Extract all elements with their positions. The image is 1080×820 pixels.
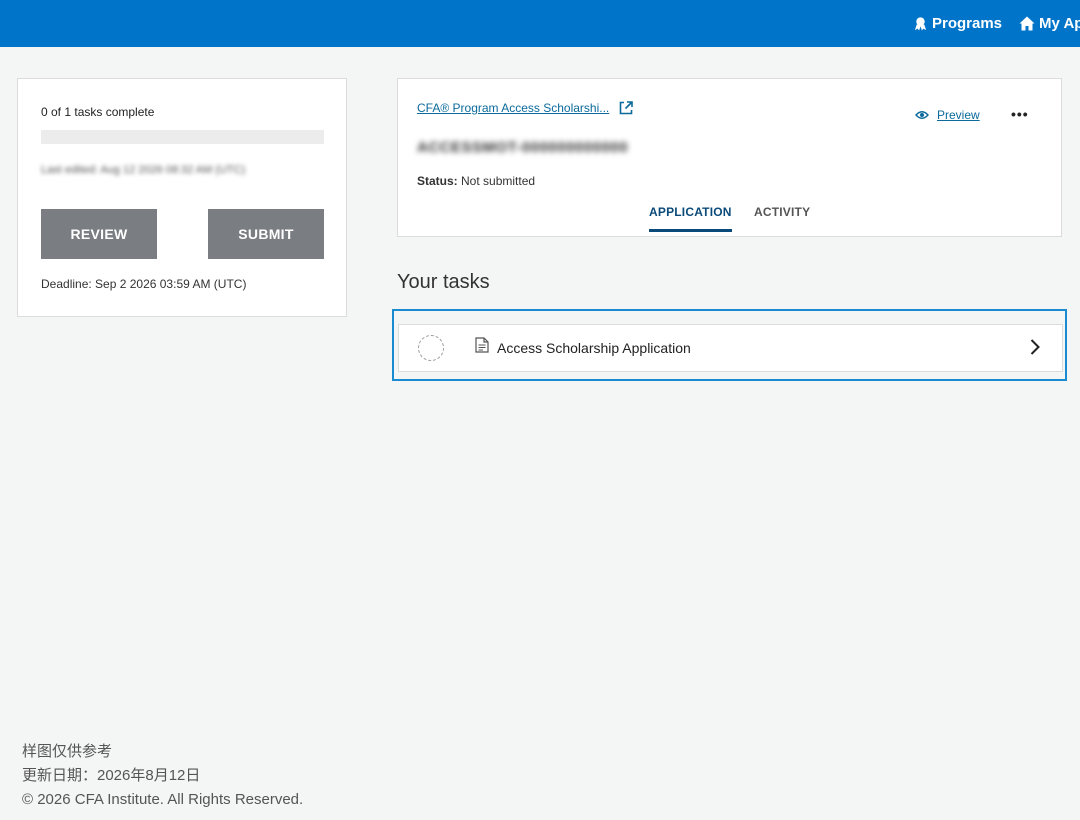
task-row[interactable]: Access Scholarship Application [398, 324, 1063, 372]
status-value: Not submitted [461, 174, 536, 188]
nav-my-applications-label: My Ap [1039, 15, 1080, 32]
preview-label: Preview [937, 108, 980, 122]
external-link-icon[interactable] [619, 101, 634, 115]
footer-sample-note: 样图仅供参考 [22, 743, 113, 760]
task-label: Access Scholarship Application [497, 340, 691, 356]
submit-button[interactable]: SUBMIT [208, 209, 324, 259]
program-title-text: CFA® Program Access Scholarshi... [417, 101, 610, 115]
task-status-circle-icon [418, 335, 444, 361]
progress-card: 0 of 1 tasks complete Last edited: Aug 1… [17, 78, 347, 317]
nav-programs-label: Programs [932, 15, 1003, 32]
tasks-heading: Your tasks [397, 271, 490, 293]
preview-link[interactable]: Preview [915, 108, 980, 122]
more-options-button[interactable]: ••• [1011, 106, 1029, 122]
footer-update-date: 更新日期：2026年8月12日 [22, 767, 201, 784]
eye-icon [915, 111, 929, 119]
progress-bar [41, 130, 324, 144]
status-label: Status: [417, 174, 458, 188]
application-card: CFA® Program Access Scholarshi... Previe… [397, 78, 1062, 237]
application-status: Status: Not submitted [417, 174, 535, 188]
deadline-text: Deadline: Sep 2 2026 03:59 AM (UTC) [41, 277, 247, 291]
nav-programs-link[interactable]: Programs [913, 0, 1002, 47]
footer: 样图仅供参考 更新日期：2026年8月12日 © 2026 CFA Instit… [22, 740, 303, 812]
application-id: ACCESSMOT-000000000000 [417, 139, 629, 156]
tab-activity[interactable]: ACTIVITY [754, 205, 810, 219]
nav-my-applications-link[interactable]: My Ap [1019, 0, 1080, 47]
award-icon [914, 17, 927, 31]
home-icon [1019, 16, 1035, 31]
tasks-complete-text: 0 of 1 tasks complete [41, 105, 155, 119]
program-title-link[interactable]: CFA® Program Access Scholarshi... [417, 101, 634, 115]
tab-application[interactable]: APPLICATION [649, 205, 732, 232]
task-row-focus-outline: Access Scholarship Application [392, 309, 1067, 381]
footer-copyright: © 2026 CFA Institute. All Rights Reserve… [22, 791, 304, 808]
document-icon [475, 337, 489, 353]
last-edited-text: Last edited: Aug 12 2026 08:32 AM (UTC) [41, 164, 246, 176]
review-button[interactable]: REVIEW [41, 209, 157, 259]
chevron-right-icon [1030, 339, 1040, 355]
